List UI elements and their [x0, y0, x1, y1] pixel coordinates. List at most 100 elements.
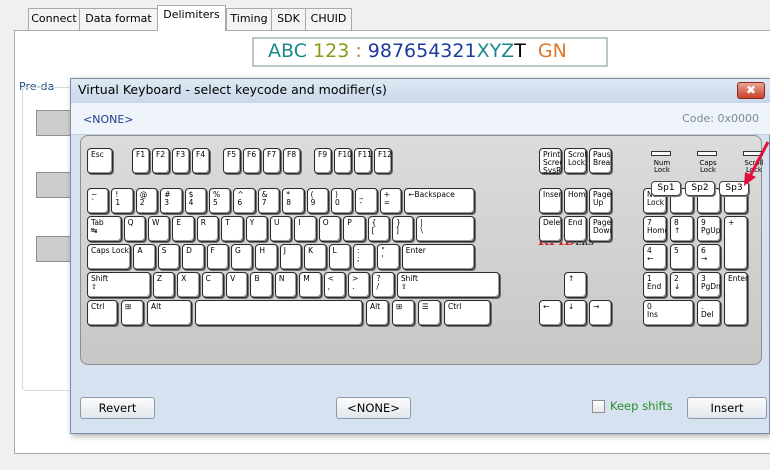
key-end[interactable]: End — [564, 216, 587, 242]
key-f10[interactable]: F10 — [334, 148, 352, 174]
special-key-sp1[interactable]: Sp1 — [651, 181, 681, 196]
key-esc[interactable]: Esc — [87, 148, 113, 174]
key-print-screen[interactable]: Print Screen SysRq — [539, 148, 562, 174]
key-f7[interactable]: F7 — [263, 148, 281, 174]
key-arrow-up[interactable]: ↑ — [564, 272, 587, 298]
key-a[interactable]: A — [133, 244, 156, 270]
key-num-decimal[interactable]: . Del — [697, 300, 721, 326]
key-f6[interactable]: F6 — [243, 148, 261, 174]
key-num7[interactable]: 7 Home — [643, 216, 667, 242]
key-f1[interactable]: F1 — [132, 148, 150, 174]
key-u[interactable]: U — [270, 216, 293, 242]
key-period[interactable]: > . — [348, 272, 371, 298]
key-s[interactable]: S — [157, 244, 181, 270]
special-key-sp2[interactable]: Sp2 — [685, 181, 715, 196]
key-5[interactable]: % 5 — [209, 188, 232, 214]
key-alt-left[interactable]: Alt — [147, 300, 192, 326]
key-6[interactable]: ^ 6 — [233, 188, 256, 214]
key-n[interactable]: N — [274, 272, 298, 298]
key-b[interactable]: B — [250, 272, 273, 298]
key-9[interactable]: ( 9 — [306, 188, 329, 214]
key-f2[interactable]: F2 — [152, 148, 170, 174]
key-arrow-left[interactable]: ← — [539, 300, 562, 326]
key-minus[interactable]: _ - — [355, 188, 378, 214]
key-tab[interactable]: Tab ↹ — [87, 216, 122, 242]
key-num4[interactable]: 4 ← — [643, 244, 667, 270]
keep-shifts-checkbox[interactable] — [592, 400, 605, 413]
tab-delimiters[interactable]: Delimiters — [157, 5, 226, 31]
key-arrow-down[interactable]: ↓ — [564, 300, 587, 326]
key-f3[interactable]: F3 — [172, 148, 190, 174]
key-f[interactable]: F — [206, 244, 229, 270]
key-f5[interactable]: F5 — [223, 148, 241, 174]
key-backtick[interactable]: ~ ` — [87, 188, 110, 214]
key-alt-right[interactable]: Alt — [366, 300, 389, 326]
insert-button[interactable]: Insert — [687, 397, 767, 419]
key-w[interactable]: W — [148, 216, 171, 242]
key-num9[interactable]: 9 PgUp — [697, 216, 721, 242]
key-scroll-lock[interactable]: Scroll Lock — [564, 148, 587, 174]
key-space[interactable] — [195, 300, 363, 326]
none-button[interactable]: <NONE> — [336, 397, 411, 419]
key-delete[interactable]: Delete — [539, 216, 562, 242]
key-c[interactable]: C — [201, 272, 225, 298]
key-h[interactable]: H — [255, 244, 278, 270]
key-num-plus[interactable]: + — [724, 216, 748, 270]
key-1[interactable]: ! 1 — [111, 188, 134, 214]
key-z[interactable]: Z — [152, 272, 176, 298]
key-win-right[interactable]: ⊞ — [392, 300, 415, 326]
key-page-down[interactable]: Page Down — [589, 216, 612, 242]
key-8[interactable]: * 8 — [282, 188, 305, 214]
key-insert[interactable]: Insert — [539, 188, 562, 214]
key-f4[interactable]: F4 — [192, 148, 210, 174]
key-2[interactable]: @ 2 — [135, 188, 159, 214]
key-slash[interactable]: ? / — [372, 272, 395, 298]
key-k[interactable]: K — [304, 244, 327, 270]
key-caps-lock[interactable]: Caps Lock — [87, 244, 132, 270]
key-lbracket[interactable]: { [ — [367, 216, 390, 242]
close-button[interactable]: ✖ — [737, 82, 765, 99]
key-num-enter[interactable]: Enter — [724, 272, 748, 326]
key-enter[interactable]: Enter — [401, 244, 476, 270]
key-quote[interactable]: " ' — [377, 244, 400, 270]
key-num2[interactable]: 2 ↓ — [670, 272, 694, 298]
key-l[interactable]: L — [328, 244, 351, 270]
key-g[interactable]: G — [230, 244, 254, 270]
key-i[interactable]: I — [294, 216, 317, 242]
key-menu[interactable]: ☰ — [418, 300, 441, 326]
key-f8[interactable]: F8 — [283, 148, 301, 174]
key-0[interactable]: ) 0 — [331, 188, 354, 214]
tab-sdk[interactable]: SDK — [271, 8, 306, 30]
key-f11[interactable]: F11 — [354, 148, 372, 174]
key-semicolon[interactable]: : ; — [352, 244, 376, 270]
key-rbracket[interactable]: } ] — [392, 216, 415, 242]
revert-button[interactable]: Revert — [80, 397, 155, 419]
key-equals[interactable]: + = — [379, 188, 403, 214]
key-backspace[interactable]: ←Backspace — [404, 188, 476, 214]
key-num0[interactable]: 0 Ins — [643, 300, 694, 326]
key-num8[interactable]: 8 ↑ — [670, 216, 694, 242]
key-shift-right[interactable]: Shift ⇧ — [396, 272, 500, 298]
key-num6[interactable]: 6 → — [697, 244, 721, 270]
key-num3[interactable]: 3 PgDn — [697, 272, 721, 298]
key-o[interactable]: O — [318, 216, 342, 242]
key-q[interactable]: Q — [123, 216, 146, 242]
key-f9[interactable]: F9 — [314, 148, 332, 174]
key-t[interactable]: T — [221, 216, 244, 242]
key-shift-left[interactable]: Shift ⇧ — [87, 272, 151, 298]
tab-timing[interactable]: Timing — [226, 8, 272, 30]
key-num5[interactable]: 5 — [670, 244, 694, 270]
key-win-left[interactable]: ⊞ — [121, 300, 144, 326]
key-f12[interactable]: F12 — [374, 148, 392, 174]
key-page-up[interactable]: Page Up — [589, 188, 612, 214]
key-ctrl-right[interactable]: Ctrl — [444, 300, 491, 326]
key-3[interactable]: # 3 — [160, 188, 183, 214]
key-v[interactable]: V — [226, 272, 249, 298]
key-backslash[interactable]: | \ — [416, 216, 476, 242]
key-e[interactable]: E — [172, 216, 195, 242]
key-arrow-right[interactable]: → — [589, 300, 612, 326]
tab-chuid[interactable]: CHUID — [305, 8, 352, 30]
key-x[interactable]: X — [177, 272, 200, 298]
key-4[interactable]: $ 4 — [184, 188, 207, 214]
key-comma[interactable]: < , — [323, 272, 347, 298]
